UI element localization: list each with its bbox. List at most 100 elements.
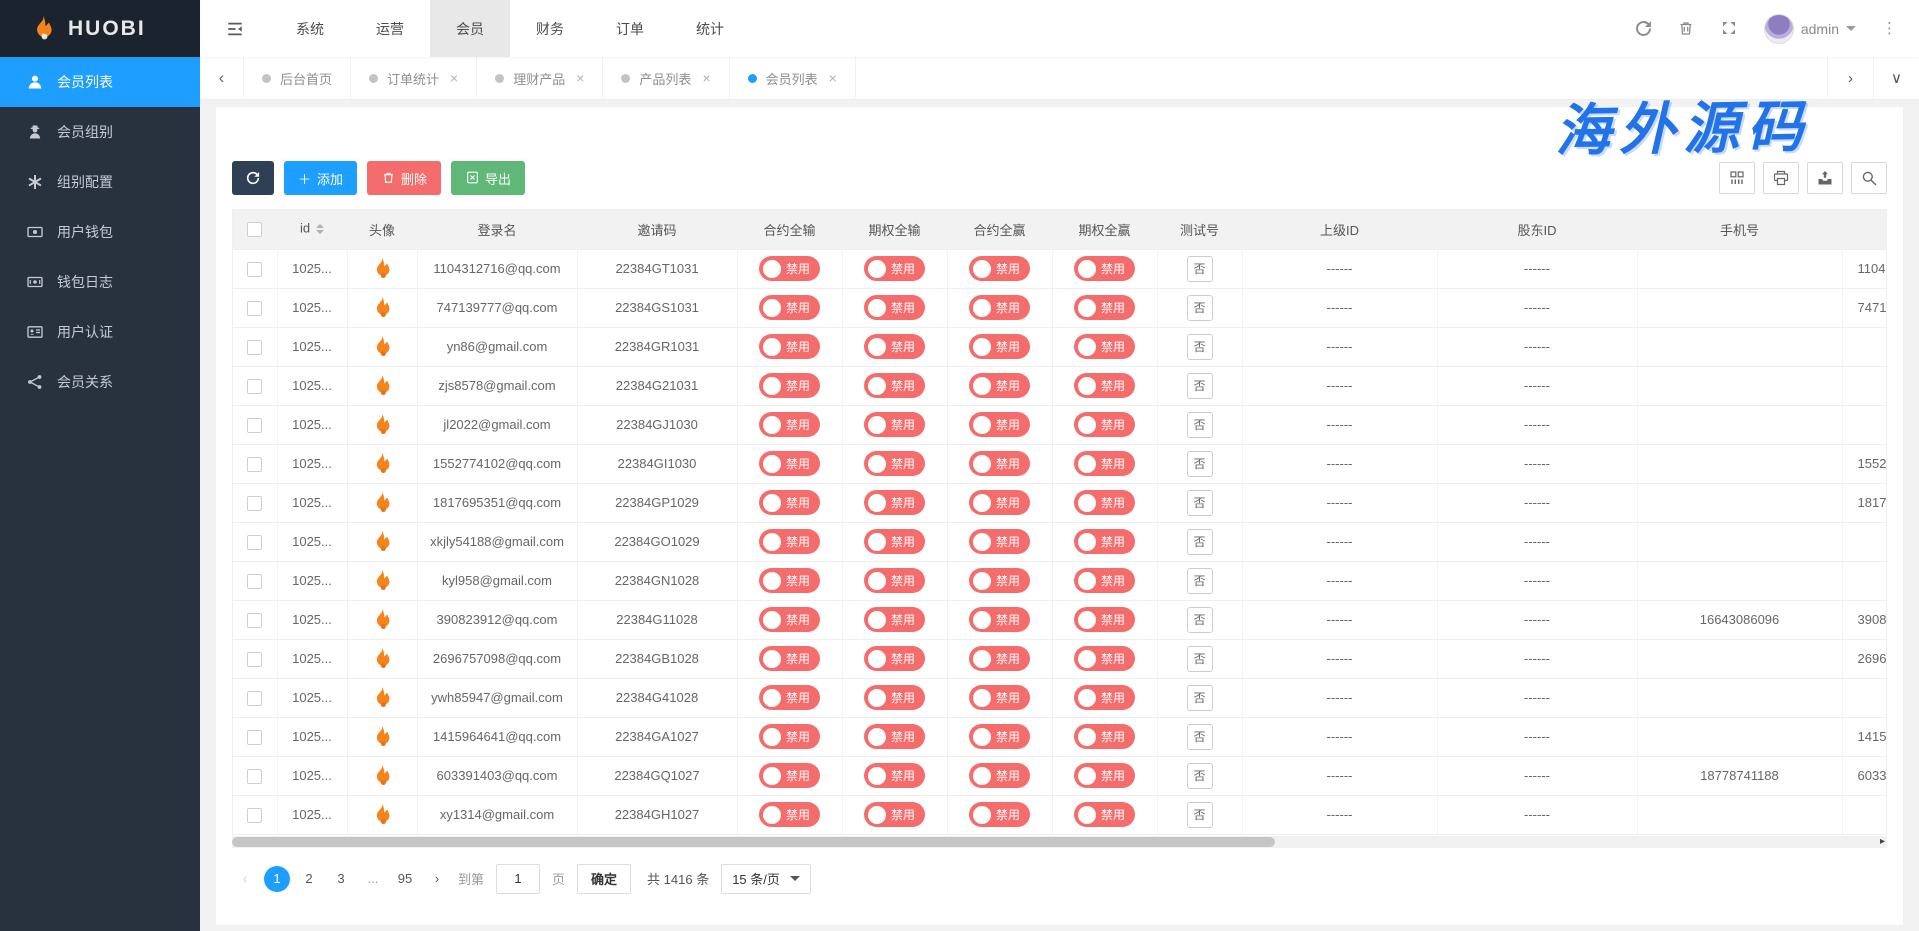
row-checkbox[interactable] [247, 496, 262, 511]
test-account-button[interactable]: 否 [1187, 646, 1213, 672]
nav-item-2[interactable]: 运营 [350, 0, 430, 57]
status-toggle[interactable]: 禁用 [969, 256, 1030, 281]
row-checkbox[interactable] [247, 613, 262, 628]
sidebar-item-1[interactable]: 会员列表 [0, 57, 200, 107]
sidebar-item-7[interactable]: 会员关系 [0, 357, 200, 407]
status-toggle[interactable]: 禁用 [969, 685, 1030, 710]
sidebar-item-3[interactable]: 组别配置 [0, 157, 200, 207]
export-file-button[interactable] [1807, 162, 1843, 194]
add-button[interactable]: ＋添加 [284, 161, 357, 195]
status-toggle[interactable]: 禁用 [759, 412, 820, 437]
row-checkbox[interactable] [247, 457, 262, 472]
status-toggle[interactable]: 禁用 [969, 724, 1030, 749]
row-checkbox[interactable] [247, 262, 262, 277]
status-toggle[interactable]: 禁用 [759, 256, 820, 281]
status-toggle[interactable]: 禁用 [1074, 763, 1135, 788]
status-toggle[interactable]: 禁用 [864, 412, 925, 437]
tabs-scroll-right-icon[interactable]: › [1827, 57, 1873, 99]
test-account-button[interactable]: 否 [1187, 685, 1213, 711]
status-toggle[interactable]: 禁用 [969, 334, 1030, 359]
status-toggle[interactable]: 禁用 [864, 802, 925, 827]
nav-item-5[interactable]: 订单 [590, 0, 670, 57]
status-toggle[interactable]: 禁用 [969, 490, 1030, 515]
test-account-button[interactable]: 否 [1187, 529, 1213, 555]
scrollbar-thumb[interactable] [232, 837, 1275, 847]
test-account-button[interactable]: 否 [1187, 490, 1213, 516]
status-toggle[interactable]: 禁用 [864, 256, 925, 281]
nav-item-6[interactable]: 统计 [670, 0, 750, 57]
status-toggle[interactable]: 禁用 [759, 685, 820, 710]
row-checkbox[interactable] [247, 535, 262, 550]
status-toggle[interactable]: 禁用 [759, 724, 820, 749]
goto-page-input[interactable] [496, 864, 540, 894]
status-toggle[interactable]: 禁用 [759, 607, 820, 632]
scroll-right-arrow-icon[interactable]: ▸ [1880, 836, 1885, 848]
select-all-checkbox[interactable] [247, 222, 262, 237]
test-account-button[interactable]: 否 [1187, 412, 1213, 438]
status-toggle[interactable]: 禁用 [1074, 724, 1135, 749]
row-checkbox[interactable] [247, 418, 262, 433]
row-checkbox[interactable] [247, 652, 262, 667]
status-toggle[interactable]: 禁用 [864, 646, 925, 671]
trash-icon[interactable] [1678, 20, 1695, 37]
test-account-button[interactable]: 否 [1187, 763, 1213, 789]
status-toggle[interactable]: 禁用 [1074, 607, 1135, 632]
page-number-3[interactable]: 3 [328, 866, 354, 892]
delete-button[interactable]: 删除 [367, 161, 441, 195]
export-button[interactable]: 导出 [451, 161, 525, 195]
tabs-scroll-left-icon[interactable]: ‹ [200, 57, 244, 99]
status-toggle[interactable]: 禁用 [969, 412, 1030, 437]
sidebar-item-4[interactable]: 用户钱包 [0, 207, 200, 257]
user-menu[interactable]: admin [1764, 14, 1856, 44]
refresh-icon[interactable] [1635, 20, 1652, 37]
fullscreen-icon[interactable] [1721, 20, 1738, 37]
search-button[interactable] [1851, 162, 1887, 194]
printer-button[interactable] [1763, 162, 1799, 194]
per-page-select[interactable]: 15 条/页 [721, 864, 811, 894]
tabs-menu-icon[interactable]: ∨ [1873, 57, 1919, 99]
status-toggle[interactable]: 禁用 [864, 373, 925, 398]
row-checkbox[interactable] [247, 574, 262, 589]
status-toggle[interactable]: 禁用 [969, 529, 1030, 554]
status-toggle[interactable]: 禁用 [969, 295, 1030, 320]
status-toggle[interactable]: 禁用 [759, 763, 820, 788]
status-toggle[interactable]: 禁用 [759, 334, 820, 359]
tab-3[interactable]: 理财产品× [477, 57, 603, 99]
status-toggle[interactable]: 禁用 [1074, 802, 1135, 827]
test-account-button[interactable]: 否 [1187, 373, 1213, 399]
sidebar-item-5[interactable]: 钱包日志 [0, 257, 200, 307]
confirm-button[interactable]: 确定 [577, 864, 631, 894]
status-toggle[interactable]: 禁用 [864, 568, 925, 593]
row-checkbox[interactable] [247, 340, 262, 355]
sidebar-fold-icon[interactable] [200, 0, 270, 57]
row-checkbox[interactable] [247, 769, 262, 784]
status-toggle[interactable]: 禁用 [759, 529, 820, 554]
status-toggle[interactable]: 禁用 [759, 568, 820, 593]
status-toggle[interactable]: 禁用 [1074, 373, 1135, 398]
status-toggle[interactable]: 禁用 [864, 607, 925, 632]
status-toggle[interactable]: 禁用 [1074, 646, 1135, 671]
status-toggle[interactable]: 禁用 [1074, 412, 1135, 437]
refresh-table-button[interactable] [232, 161, 274, 195]
test-account-button[interactable]: 否 [1187, 724, 1213, 750]
next-page-icon[interactable]: › [424, 866, 450, 892]
tab-4[interactable]: 产品列表× [603, 57, 729, 99]
sort-icon[interactable] [316, 220, 324, 238]
test-account-button[interactable]: 否 [1187, 334, 1213, 360]
status-toggle[interactable]: 禁用 [864, 334, 925, 359]
close-icon[interactable]: × [576, 70, 584, 86]
status-toggle[interactable]: 禁用 [969, 802, 1030, 827]
status-toggle[interactable]: 禁用 [969, 373, 1030, 398]
test-account-button[interactable]: 否 [1187, 451, 1213, 477]
status-toggle[interactable]: 禁用 [1074, 334, 1135, 359]
test-account-button[interactable]: 否 [1187, 295, 1213, 321]
row-checkbox[interactable] [247, 730, 262, 745]
test-account-button[interactable]: 否 [1187, 607, 1213, 633]
status-toggle[interactable]: 禁用 [864, 724, 925, 749]
status-toggle[interactable]: 禁用 [864, 685, 925, 710]
status-toggle[interactable]: 禁用 [969, 646, 1030, 671]
sidebar-item-6[interactable]: 用户认证 [0, 307, 200, 357]
status-toggle[interactable]: 禁用 [864, 529, 925, 554]
status-toggle[interactable]: 禁用 [864, 763, 925, 788]
tab-5[interactable]: 会员列表× [730, 57, 856, 99]
